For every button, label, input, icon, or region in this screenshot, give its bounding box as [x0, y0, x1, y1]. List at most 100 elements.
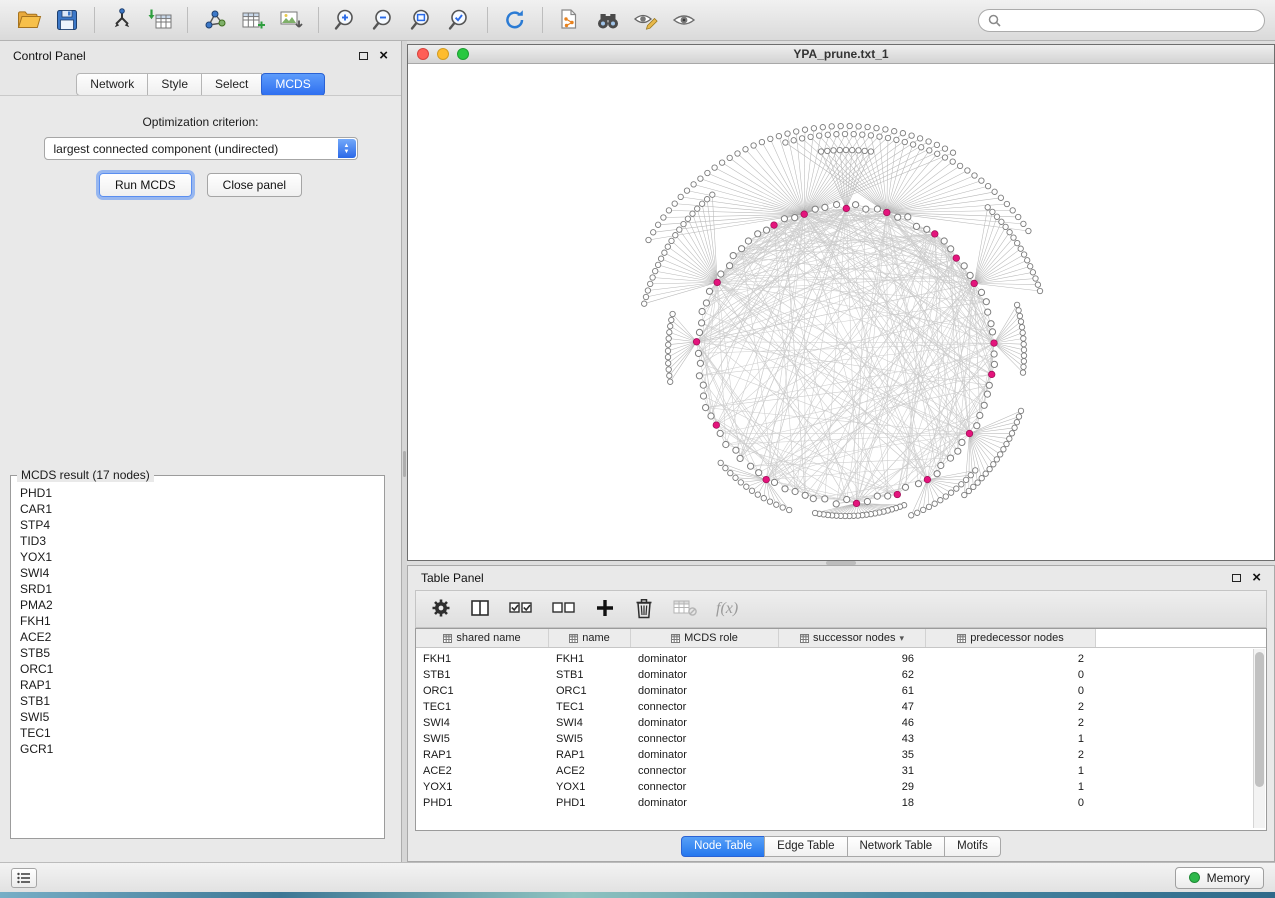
mcds-result-item[interactable]: GCR1 — [20, 741, 375, 757]
table-row[interactable]: ORC1ORC1dominator610 — [416, 683, 1266, 699]
create-column-button[interactable] — [595, 598, 615, 621]
table-settings-button[interactable] — [431, 598, 451, 621]
clone-network-button[interactable] — [551, 4, 589, 36]
tab-network[interactable]: Network — [76, 73, 148, 96]
mcds-result-title: MCDS result (17 nodes) — [17, 468, 154, 482]
open-session-button[interactable] — [10, 4, 48, 36]
float-panel-icon[interactable] — [1232, 574, 1241, 582]
table-cell: 29 — [779, 781, 926, 793]
find-button[interactable] — [589, 4, 627, 36]
new-table-button[interactable] — [234, 4, 272, 36]
minimize-window-icon[interactable] — [437, 48, 449, 60]
sort-indicator-icon: ▾ — [900, 633, 905, 644]
status-menu-button[interactable] — [11, 868, 37, 888]
table-row[interactable]: FKH1FKH1dominator962 — [416, 651, 1266, 667]
maximize-window-icon[interactable] — [457, 48, 469, 60]
run-mcds-button[interactable]: Run MCDS — [99, 173, 192, 197]
zoom-fit-button[interactable] — [403, 4, 441, 36]
import-network-button[interactable] — [103, 4, 141, 36]
splitter-handle[interactable] — [826, 561, 856, 565]
mcds-result-item[interactable]: SRD1 — [20, 581, 375, 597]
mcds-result-item[interactable]: YOX1 — [20, 549, 375, 565]
save-session-button[interactable] — [48, 4, 86, 36]
mcds-result-item[interactable]: STP4 — [20, 517, 375, 533]
zoom-in-button[interactable] — [327, 4, 365, 36]
export-image-button[interactable] — [272, 4, 310, 36]
table-row[interactable]: SWI4SWI4dominator462 — [416, 715, 1266, 731]
table-cell: TEC1 — [416, 701, 549, 713]
close-panel-icon[interactable]: × — [379, 51, 388, 61]
table-row[interactable]: SWI5SWI5connector431 — [416, 731, 1266, 747]
close-panel-icon[interactable]: × — [1252, 573, 1261, 583]
mcds-result-item[interactable]: ACE2 — [20, 629, 375, 645]
horizontal-splitter[interactable] — [407, 561, 1275, 565]
mcds-result-item[interactable]: STB1 — [20, 693, 375, 709]
mcds-result-box: MCDS result (17 nodes) PHD1CAR1STP4TID3Y… — [10, 468, 385, 839]
zoom-selected-button[interactable] — [441, 4, 479, 36]
show-columns-button[interactable] — [470, 598, 490, 621]
vertical-splitter[interactable] — [402, 41, 407, 862]
mcds-result-item[interactable]: SWI5 — [20, 709, 375, 725]
column-header-name[interactable]: name — [549, 629, 631, 647]
apply-style-button[interactable] — [627, 4, 665, 36]
column-grid-icon — [800, 634, 809, 643]
column-header-predecessor-nodes[interactable]: predecessor nodes — [926, 629, 1096, 647]
select-all-columns-button[interactable] — [509, 599, 533, 620]
network-canvas[interactable] — [408, 64, 1274, 560]
splitter-handle[interactable] — [403, 451, 406, 477]
close-mcds-panel-button[interactable]: Close panel — [207, 173, 302, 197]
mcds-result-item[interactable]: STB5 — [20, 645, 375, 661]
toolbar-separator — [542, 7, 543, 33]
mcds-result-item[interactable]: FKH1 — [20, 613, 375, 629]
zoom-out-button[interactable] — [365, 4, 403, 36]
close-window-icon[interactable] — [417, 48, 429, 60]
float-panel-icon[interactable] — [359, 52, 368, 60]
column-header-shared-name[interactable]: shared name — [416, 629, 549, 647]
mcds-result-item[interactable]: RAP1 — [20, 677, 375, 693]
table-row[interactable]: STB1STB1dominator620 — [416, 667, 1266, 683]
tab-edge-table[interactable]: Edge Table — [764, 836, 847, 857]
table-scrollbar[interactable] — [1253, 649, 1265, 828]
new-network-button[interactable] — [196, 4, 234, 36]
column-header-MCDS-role[interactable]: MCDS role — [631, 629, 779, 647]
table-cell: 1 — [926, 733, 1096, 745]
tab-select[interactable]: Select — [201, 73, 262, 96]
tab-node-table[interactable]: Node Table — [681, 836, 765, 857]
tab-network-table[interactable]: Network Table — [847, 836, 946, 857]
tab-mcds[interactable]: MCDS — [261, 73, 324, 96]
memory-button[interactable]: Memory — [1175, 867, 1264, 889]
table-cell: 0 — [926, 669, 1096, 681]
mcds-result-item[interactable]: ORC1 — [20, 661, 375, 677]
delete-column-button[interactable] — [634, 597, 654, 622]
table-row[interactable]: PHD1PHD1dominator180 — [416, 795, 1266, 811]
mcds-result-item[interactable]: TEC1 — [20, 725, 375, 741]
mcds-result-item[interactable]: SWI4 — [20, 565, 375, 581]
table-row[interactable]: RAP1RAP1dominator352 — [416, 747, 1266, 763]
import-table-button[interactable] — [141, 4, 179, 36]
table-row[interactable]: ACE2ACE2connector311 — [416, 763, 1266, 779]
search-box[interactable] — [978, 9, 1265, 32]
table-row[interactable]: TEC1TEC1connector472 — [416, 699, 1266, 715]
mcds-result-item[interactable]: PHD1 — [20, 485, 375, 501]
mcds-result-item[interactable]: TID3 — [20, 533, 375, 549]
open-folder-icon — [16, 8, 42, 32]
table-cell: 1 — [926, 765, 1096, 777]
tab-style[interactable]: Style — [147, 73, 202, 96]
show-details-button[interactable] — [665, 4, 703, 36]
tab-motifs[interactable]: Motifs — [944, 836, 1001, 857]
mcds-result-item[interactable]: PMA2 — [20, 597, 375, 613]
optimization-dropdown[interactable]: largest connected component (undirected)… — [44, 137, 358, 160]
table-row[interactable]: YOX1YOX1connector291 — [416, 779, 1266, 795]
desktop-wallpaper — [0, 892, 1275, 898]
deselect-all-columns-button[interactable] — [552, 599, 576, 620]
toolbar-separator — [187, 7, 188, 33]
column-header-successor-nodes[interactable]: successor nodes▾ — [779, 629, 926, 647]
network-window-titlebar[interactable]: YPA_prune.txt_1 — [408, 45, 1274, 64]
search-input[interactable] — [1006, 13, 1255, 27]
search-icon — [988, 14, 1001, 27]
scrollbar-thumb[interactable] — [1255, 652, 1264, 787]
refresh-view-button[interactable] — [496, 4, 534, 36]
binoculars-icon — [595, 8, 621, 32]
mcds-result-item[interactable]: CAR1 — [20, 501, 375, 517]
toolbar-separator — [487, 7, 488, 33]
